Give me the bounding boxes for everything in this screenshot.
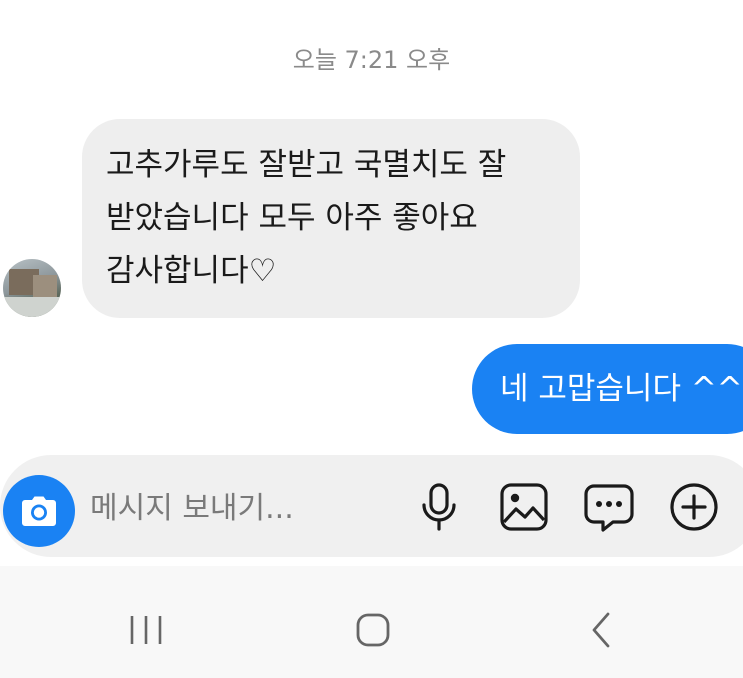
chat-bubble-icon[interactable] (583, 481, 635, 533)
sender-avatar[interactable] (3, 259, 61, 317)
avatar-building (33, 275, 57, 297)
avatar-ground (3, 297, 61, 317)
message-input[interactable] (90, 480, 390, 536)
microphone-icon[interactable] (413, 481, 465, 533)
plus-icon[interactable] (668, 481, 720, 533)
incoming-message-line: 고추가루도 잘받고 국멸치도 잘 (106, 147, 507, 183)
camera-button[interactable] (3, 475, 75, 547)
incoming-message-bubble[interactable]: 고추가루도 잘받고 국멸치도 잘 받았습니다 모두 아주 좋아요 감사합니다♡ (82, 119, 580, 318)
incoming-message-line: 받았습니다 모두 아주 좋아요 (106, 200, 478, 236)
incoming-message-line: 감사합니다♡ (106, 253, 277, 289)
back-icon[interactable] (571, 608, 631, 654)
camera-icon (22, 496, 56, 526)
chat-timestamp: 오늘 7:21 오후 (292, 46, 451, 74)
home-icon[interactable] (343, 608, 403, 654)
image-icon[interactable] (498, 481, 550, 533)
outgoing-message-text: 네 고맙습니다 ^^ (500, 371, 743, 407)
outgoing-message-bubble[interactable]: 네 고맙습니다 ^^ (472, 344, 743, 434)
recent-apps-icon[interactable] (116, 608, 176, 654)
